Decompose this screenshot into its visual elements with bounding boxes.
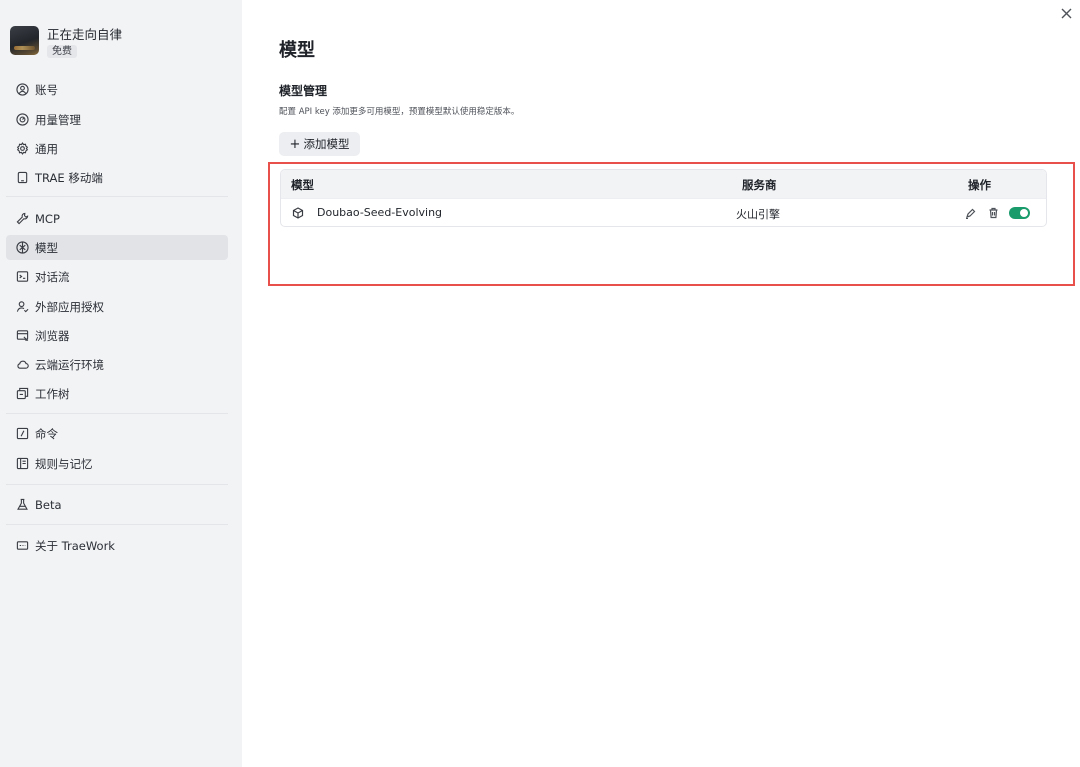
gear-icon <box>15 142 29 156</box>
sidebar-divider <box>6 524 228 525</box>
about-icon <box>15 539 29 553</box>
sidebar-item-label: 外部应用授权 <box>35 299 104 314</box>
user-auth-icon <box>15 300 29 314</box>
table-row: Doubao-Seed-Evolving 火山引擎 <box>281 198 1046 226</box>
sidebar-item-models[interactable]: 模型 <box>6 235 228 260</box>
user-meta: 正在走向自律 免费 <box>47 26 122 58</box>
table-header: 模型 服务商 操作 <box>281 170 1046 198</box>
sidebar-divider <box>6 196 228 197</box>
wrench-icon <box>15 212 29 226</box>
cube-icon <box>292 207 304 219</box>
sidebar-item-label: 命令 <box>35 426 58 441</box>
sidebar-item-about[interactable]: 关于 TraeWork <box>6 533 228 558</box>
command-icon <box>15 427 29 441</box>
user-name: 正在走向自律 <box>47 27 123 42</box>
page-title: 模型 <box>279 40 315 61</box>
rules-icon <box>15 457 29 471</box>
sidebar-item-label: 浏览器 <box>35 328 70 343</box>
sidebar-item-label: 账号 <box>35 82 58 97</box>
models-table: 模型 服务商 操作 Doubao-Seed-Evolving 火山引擎 <box>280 169 1047 227</box>
sidebar-item-mobile[interactable]: TRAE 移动端 <box>6 165 228 190</box>
header-model: 模型 <box>291 178 314 192</box>
sidebar: 正在走向自律 免费 账号 用量管理 通用 TRAE 移动端 MCP 模型 对话流… <box>0 0 242 767</box>
sidebar-item-label: MCP <box>35 211 60 226</box>
sidebar-item-label: 云端运行环境 <box>35 357 104 372</box>
toggle-knob <box>1020 209 1028 217</box>
enable-toggle[interactable] <box>1009 207 1030 219</box>
model-name: Doubao-Seed-Evolving <box>317 206 443 219</box>
section-description: 配置 API key 添加更多可用模型，预置模型默认使用稳定版本。 <box>279 107 520 117</box>
sidebar-item-mcp[interactable]: MCP <box>6 206 228 231</box>
sidebar-item-beta[interactable]: Beta <box>6 492 228 517</box>
close-icon <box>1061 8 1071 18</box>
sidebar-item-label: 通用 <box>35 141 58 156</box>
plus-icon: + <box>289 136 301 152</box>
sidebar-item-conversation-flow[interactable]: 对话流 <box>6 264 228 289</box>
model-provider: 火山引擎 <box>736 208 780 221</box>
close-button[interactable] <box>1058 5 1074 21</box>
worktree-icon <box>15 387 29 401</box>
add-model-label: 添加模型 <box>303 137 350 151</box>
terminal-icon <box>15 270 29 284</box>
mobile-icon <box>15 171 29 185</box>
sidebar-item-label: TRAE 移动端 <box>35 170 103 185</box>
cloud-icon <box>15 358 29 372</box>
sidebar-item-label: 对话流 <box>35 269 70 284</box>
usage-icon <box>15 113 29 127</box>
sidebar-item-worktree[interactable]: 工作树 <box>6 381 228 406</box>
sidebar-divider <box>6 484 228 485</box>
sidebar-item-label: 规则与记忆 <box>35 456 93 471</box>
sidebar-item-commands[interactable]: 命令 <box>6 421 228 446</box>
user-card[interactable]: 正在走向自律 免费 <box>10 26 122 58</box>
sidebar-item-cloud-env[interactable]: 云端运行环境 <box>6 352 228 377</box>
sidebar-item-usage[interactable]: 用量管理 <box>6 107 228 132</box>
sidebar-item-label: 用量管理 <box>35 112 81 127</box>
sidebar-item-label: 关于 TraeWork <box>35 538 115 553</box>
browser-icon <box>15 329 29 343</box>
header-actions: 操作 <box>968 178 991 192</box>
account-icon <box>15 83 29 97</box>
header-provider: 服务商 <box>742 178 777 192</box>
sidebar-item-account[interactable]: 账号 <box>6 77 228 102</box>
model-icon <box>15 241 29 255</box>
sidebar-item-label: 工作树 <box>35 386 70 401</box>
section-title: 模型管理 <box>279 84 328 98</box>
avatar[interactable] <box>10 26 39 55</box>
plan-badge: 免费 <box>47 45 77 58</box>
sidebar-item-rules-memory[interactable]: 规则与记忆 <box>6 451 228 476</box>
edit-icon[interactable] <box>965 208 976 220</box>
sidebar-item-general[interactable]: 通用 <box>6 136 228 161</box>
add-model-button[interactable]: + 添加模型 <box>279 132 360 156</box>
flask-icon <box>15 498 29 512</box>
sidebar-item-browser[interactable]: 浏览器 <box>6 323 228 348</box>
delete-icon[interactable] <box>988 207 999 219</box>
sidebar-item-label: Beta <box>35 497 62 512</box>
sidebar-divider <box>6 413 228 414</box>
sidebar-item-external-auth[interactable]: 外部应用授权 <box>6 294 228 319</box>
sidebar-item-label: 模型 <box>35 240 58 255</box>
